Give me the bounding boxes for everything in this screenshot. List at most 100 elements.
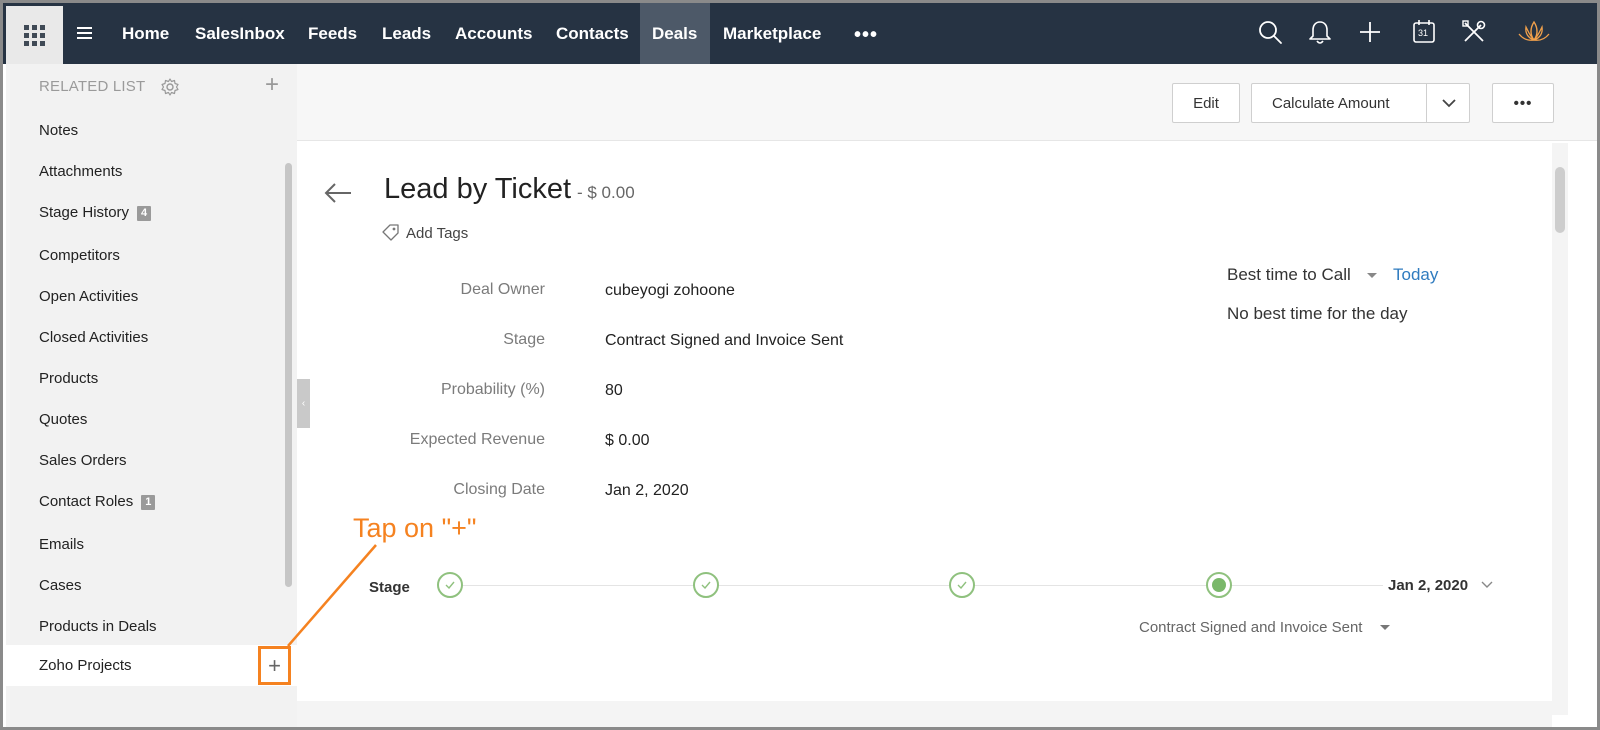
related-item-competitors[interactable]: Competitors xyxy=(39,247,120,264)
related-item-label: Contact Roles xyxy=(39,493,134,510)
app-launcher-button[interactable] xyxy=(6,6,63,64)
tag-icon[interactable] xyxy=(381,223,400,242)
related-item-attachments[interactable]: Attachments xyxy=(39,163,122,180)
add-related-list-button[interactable]: + xyxy=(265,73,279,97)
stage-step-completed[interactable] xyxy=(949,572,975,598)
back-arrow-icon[interactable] xyxy=(323,181,353,205)
related-item-label: Zoho Projects xyxy=(39,657,132,674)
lotus-logo-icon[interactable] xyxy=(1517,17,1551,47)
nav-salesinbox[interactable]: SalesInbox xyxy=(195,3,285,64)
stage-step-completed[interactable] xyxy=(437,572,463,598)
related-item-stage-history[interactable]: Stage History 4 xyxy=(39,204,152,221)
main-scrollbar-thumb[interactable] xyxy=(1555,167,1565,233)
record-toolbar: Edit Calculate Amount ••• xyxy=(297,64,1597,141)
gear-icon[interactable] xyxy=(160,77,180,97)
count-badge: 4 xyxy=(137,206,152,221)
related-item-emails[interactable]: Emails xyxy=(39,536,84,553)
field-label-stage: Stage xyxy=(503,331,545,348)
related-item-cases[interactable]: Cases xyxy=(39,577,82,594)
related-item-open-activities[interactable]: Open Activities xyxy=(39,288,138,305)
chevron-down-icon[interactable] xyxy=(1481,580,1493,590)
best-time-today-link[interactable]: Today xyxy=(1393,265,1438,285)
search-icon[interactable] xyxy=(1256,18,1284,46)
calculate-amount-dropdown[interactable] xyxy=(1426,84,1470,122)
related-item-label: Closed Activities xyxy=(39,329,149,346)
main-scrollbar[interactable] xyxy=(1552,143,1568,715)
related-item-label: Sales Orders xyxy=(39,452,127,469)
add-tags-link[interactable]: Add Tags xyxy=(406,225,468,242)
stage-track xyxy=(463,585,1383,586)
field-value-deal-owner[interactable]: cubeyogi zohoone xyxy=(605,282,735,300)
bell-icon[interactable] xyxy=(1306,18,1334,46)
sidebar-scrollbar[interactable] xyxy=(285,163,292,587)
related-item-label: Attachments xyxy=(39,163,123,180)
stage-step-completed[interactable] xyxy=(693,572,719,598)
app-window: Home SalesInbox Feeds Leads Accounts Con… xyxy=(0,0,1600,730)
top-navbar: Home SalesInbox Feeds Leads Accounts Con… xyxy=(3,3,1597,64)
nav-accounts[interactable]: Accounts xyxy=(455,3,532,64)
nav-contacts[interactable]: Contacts xyxy=(556,3,629,64)
related-item-label: Notes xyxy=(39,122,79,139)
related-item-contact-roles[interactable]: Contact Roles 1 xyxy=(39,493,156,510)
nav-leads[interactable]: Leads xyxy=(382,3,431,64)
related-item-label: Emails xyxy=(39,536,85,553)
field-value-closing-date[interactable]: Jan 2, 2020 xyxy=(605,482,689,500)
plus-icon[interactable] xyxy=(1356,18,1384,46)
check-icon xyxy=(701,581,711,589)
nav-deals[interactable]: Deals xyxy=(640,3,710,64)
related-item-products[interactable]: Products xyxy=(39,370,98,387)
nav-feeds[interactable]: Feeds xyxy=(308,3,357,64)
related-item-closed-activities[interactable]: Closed Activities xyxy=(39,329,148,346)
field-label-deal-owner: Deal Owner xyxy=(460,281,545,298)
field-value-probability[interactable]: 80 xyxy=(605,382,623,400)
related-item-label: Stage History xyxy=(39,204,130,221)
related-item-products-in-deals[interactable]: Products in Deals xyxy=(39,618,157,635)
related-item-notes[interactable]: Notes xyxy=(39,122,78,139)
field-label-closing-date: Closing Date xyxy=(453,481,545,498)
related-list-sidebar: RELATED LIST + Notes Attachments Stage H… xyxy=(6,64,297,727)
nav-more-button[interactable]: ••• xyxy=(854,24,878,47)
related-item-label: Products in Deals xyxy=(39,618,157,635)
record-title: Lead by Ticket xyxy=(384,173,571,205)
related-item-label: Quotes xyxy=(39,411,88,428)
add-zoho-project-button[interactable]: + xyxy=(258,646,291,685)
chevron-down-icon xyxy=(1441,98,1456,107)
field-label-expected-revenue: Expected Revenue xyxy=(409,431,545,448)
field-label-probability: Probability (%) xyxy=(440,381,545,398)
related-list-header: RELATED LIST xyxy=(39,78,146,95)
related-item-label: Products xyxy=(39,370,99,387)
related-item-label: Cases xyxy=(39,577,82,594)
stage-date[interactable]: Jan 2, 2020 xyxy=(1388,577,1468,594)
edit-button[interactable]: Edit xyxy=(1172,83,1240,123)
current-stage-name[interactable]: Contract Signed and Invoice Sent xyxy=(1139,619,1362,636)
stage-bar-label: Stage xyxy=(369,579,410,596)
bottom-section-divider xyxy=(297,701,1552,727)
check-icon xyxy=(957,581,967,589)
related-item-quotes[interactable]: Quotes xyxy=(39,411,87,428)
record-title-line: Lead by Ticket - $ 0.00 xyxy=(384,173,635,206)
calculate-amount-button[interactable]: Calculate Amount xyxy=(1252,95,1426,112)
count-badge: 1 xyxy=(141,495,156,510)
calendar-day: 31 xyxy=(1418,28,1429,38)
related-item-label: Open Activities xyxy=(39,288,139,305)
caret-down-icon[interactable] xyxy=(1367,273,1377,278)
tools-icon[interactable] xyxy=(1460,18,1488,46)
related-item-sales-orders[interactable]: Sales Orders xyxy=(39,452,127,469)
best-time-message: No best time for the day xyxy=(1227,304,1408,323)
grid-icon xyxy=(24,24,45,46)
caret-down-icon[interactable] xyxy=(1380,625,1390,630)
stage-step-current[interactable] xyxy=(1206,572,1232,598)
field-value-expected-revenue[interactable]: $ 0.00 xyxy=(605,432,649,450)
check-icon xyxy=(445,581,455,589)
best-time-to-call-label[interactable]: Best time to Call xyxy=(1227,265,1351,285)
calculate-amount-group: Calculate Amount xyxy=(1251,83,1470,123)
related-item-label: Competitors xyxy=(39,247,120,264)
nav-marketplace[interactable]: Marketplace xyxy=(723,3,821,64)
related-item-zoho-projects[interactable]: Zoho Projects xyxy=(6,645,297,686)
field-value-stage[interactable]: Contract Signed and Invoice Sent xyxy=(605,332,843,350)
hamburger-menu-icon[interactable] xyxy=(77,27,92,42)
nav-home[interactable]: Home xyxy=(122,3,169,64)
calendar-icon[interactable]: 31 xyxy=(1410,18,1438,46)
more-actions-button[interactable]: ••• xyxy=(1492,83,1554,123)
collapse-sidebar-handle[interactable]: ‹ xyxy=(297,379,310,428)
